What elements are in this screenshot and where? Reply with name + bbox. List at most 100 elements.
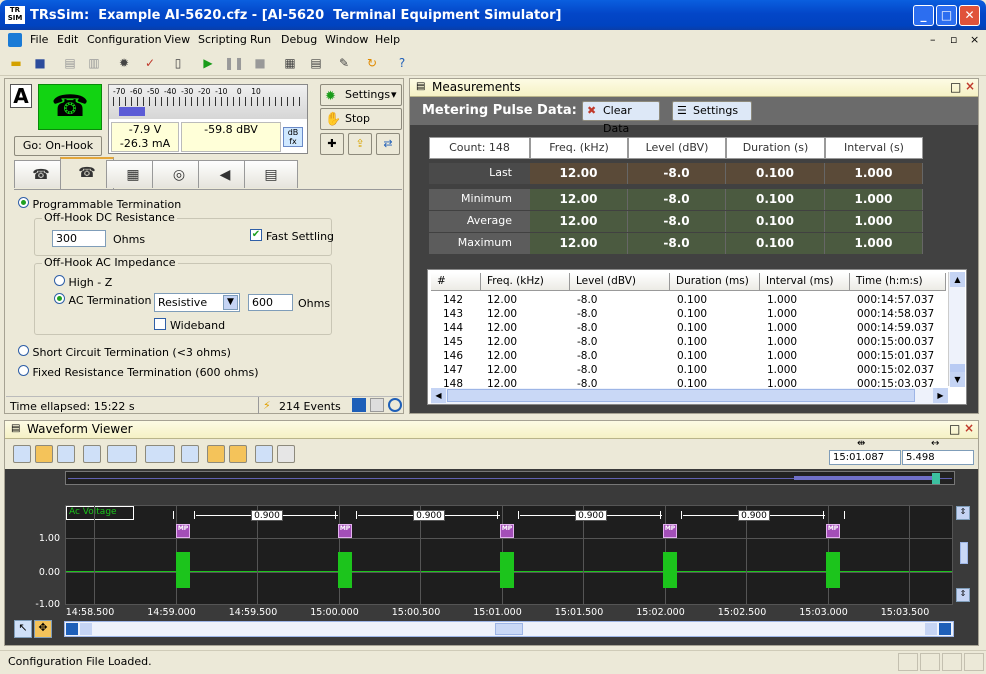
stop-button[interactable]: ✋ Stop [320, 108, 402, 130]
table-row[interactable]: 144 12.00 -8.0 0.100 1.000 000:14:59.037 [431, 321, 947, 335]
programmable-termination-radio[interactable]: Programmable Termination [18, 197, 181, 211]
new-document-icon[interactable]: ▯ [168, 53, 188, 73]
table-row[interactable]: 142 12.00 -8.0 0.100 1.000 000:14:57.037 [431, 293, 947, 307]
table-row[interactable]: 145 12.00 -8.0 0.100 1.000 000:15:00.037 [431, 335, 947, 349]
save-icon[interactable]: ■ [30, 53, 50, 73]
short-circuit-radio[interactable]: Short Circuit Termination (<3 ohms) [18, 345, 231, 359]
table-row[interactable]: 143 12.00 -8.0 0.100 1.000 000:14:58.037 [431, 307, 947, 321]
swap-icon[interactable]: ⇄ [376, 133, 400, 155]
scroll-down-icon[interactable]: ▼ [950, 372, 965, 387]
paste-icon[interactable] [277, 445, 295, 463]
menu-file[interactable]: File [30, 33, 48, 46]
menu-view[interactable]: View [164, 33, 190, 46]
grid-icon[interactable] [83, 445, 101, 463]
ac-mode-select[interactable]: Resistive ▼ [154, 293, 240, 312]
add-line-icon[interactable]: ✚ [320, 133, 344, 155]
time-span-input[interactable]: 5.498 [902, 450, 974, 465]
phone-hook-icon[interactable]: ☎ [38, 84, 102, 130]
print-icon[interactable]: ▤ [60, 53, 80, 73]
measure-icon[interactable] [57, 445, 75, 463]
clear-data-button[interactable]: ✖ Clear Data [582, 101, 660, 135]
fixed-resistance-radio[interactable]: Fixed Resistance Termination (600 ohms) [18, 365, 259, 379]
open-folder-icon[interactable]: ▬ [6, 53, 26, 73]
measurements-settings-button[interactable]: ☰ Settings [672, 101, 752, 121]
menu-configuration[interactable]: Configuration [87, 33, 162, 46]
panel-maximize-icon[interactable]: □ [949, 422, 960, 436]
close-button[interactable]: ✕ [959, 5, 980, 26]
play-log-icon[interactable] [370, 398, 384, 412]
pan-tool-icon[interactable]: ✥ [34, 620, 52, 638]
settings-dropdown-button[interactable]: ✹ Settings ▾ [320, 84, 402, 106]
markers-dropdown-icon[interactable] [145, 445, 175, 463]
mp-badge[interactable]: MP [338, 524, 352, 538]
fast-settling-checkbox[interactable]: ✔ [250, 229, 262, 241]
mdi-minimize-button[interactable]: – [930, 33, 936, 46]
pause-icon[interactable]: ❚❚ [224, 53, 244, 73]
h-scroll-thumb[interactable] [447, 389, 915, 402]
scroll-thumb[interactable] [950, 364, 965, 372]
horizontal-scrollbar[interactable]: ◀ ▶ [431, 388, 948, 404]
mp-badge[interactable]: MP [176, 524, 190, 538]
time-scroll-thumb[interactable] [495, 623, 523, 635]
clock-icon[interactable] [388, 398, 402, 412]
align-right-icon[interactable] [229, 445, 247, 463]
time-scrollbar[interactable] [64, 621, 954, 637]
mp-badge[interactable]: MP [826, 524, 840, 538]
cursor-icon[interactable] [35, 445, 53, 463]
config-icon[interactable]: ✎ [334, 53, 354, 73]
menu-scripting[interactable]: Scripting [198, 33, 247, 46]
scroll-start-icon[interactable] [66, 623, 78, 635]
panel-maximize-icon[interactable]: □ [950, 80, 961, 94]
event-log-icon[interactable] [352, 398, 366, 412]
menu-edit[interactable]: Edit [57, 33, 78, 46]
menu-run[interactable]: Run [250, 33, 271, 46]
dc-resistance-input[interactable]: 300 [52, 230, 106, 247]
scroll-left-icon[interactable] [80, 623, 92, 635]
zoom-wave-icon[interactable] [13, 445, 31, 463]
scroll-left-icon[interactable]: ◀ [431, 388, 446, 403]
run-play-icon[interactable]: ▶ [198, 53, 218, 73]
goto-onhook-button[interactable]: Go: On-Hook [14, 136, 102, 156]
scroll-up-icon[interactable]: ▲ [950, 272, 965, 287]
maximize-button[interactable]: □ [936, 5, 957, 26]
panel-close-icon[interactable]: × [965, 79, 975, 93]
mdi-restore-button[interactable]: ▫ [950, 33, 957, 46]
settings-gear-icon[interactable]: ✹ [114, 53, 134, 73]
scroll-right-icon[interactable] [925, 623, 937, 635]
checklist-icon[interactable]: ✓ [140, 53, 160, 73]
mp-badge[interactable]: MP [663, 524, 677, 538]
ac-impedance-input[interactable]: 600 [248, 294, 293, 311]
high-z-radio[interactable]: High - Z [54, 275, 112, 289]
calendar-icon[interactable]: ▦ [280, 53, 300, 73]
tab-calendar[interactable]: ▤ [244, 160, 298, 188]
dbv-unit-icon[interactable]: dB fx [283, 127, 303, 147]
fit-icon[interactable] [181, 445, 199, 463]
export-icon[interactable]: ⇪ [348, 133, 372, 155]
panel-close-icon[interactable]: × [964, 421, 974, 435]
overview-strip[interactable] [65, 471, 955, 485]
menu-help[interactable]: Help [375, 33, 400, 46]
ac-termination-radio[interactable]: AC Termination [54, 293, 152, 307]
table-row[interactable]: 147 12.00 -8.0 0.100 1.000 000:15:02.037 [431, 363, 947, 377]
menu-window[interactable]: Window [325, 33, 368, 46]
wideband-checkbox[interactable] [154, 318, 166, 330]
waveform-plot[interactable]: Ac Voltage MP 0.900 MP 0.900 MP 0.900 MP 0.900 M… [65, 505, 953, 605]
copy-icon[interactable] [255, 445, 273, 463]
zoom-out-icon[interactable]: ⇕ [956, 588, 970, 602]
overview-window[interactable] [932, 473, 940, 484]
mdi-close-button[interactable]: × [970, 33, 979, 46]
help-icon[interactable]: ? [392, 53, 412, 73]
stop-icon[interactable]: ■ [250, 53, 270, 73]
align-left-icon[interactable] [207, 445, 225, 463]
refresh-icon[interactable]: ↻ [362, 53, 382, 73]
scroll-right-icon[interactable]: ▶ [933, 388, 948, 403]
scroll-end-icon[interactable] [939, 623, 951, 635]
resize-grip-icon[interactable] [964, 653, 984, 671]
time-position-input[interactable]: 15:01.087 [829, 450, 901, 465]
print-preview-icon[interactable]: ▥ [84, 53, 104, 73]
menu-debug[interactable]: Debug [281, 33, 317, 46]
mp-badge[interactable]: MP [500, 524, 514, 538]
minimize-button[interactable]: _ [913, 5, 934, 26]
signal-dropdown-icon[interactable] [107, 445, 137, 463]
vertical-zoom-slider[interactable] [960, 542, 968, 564]
